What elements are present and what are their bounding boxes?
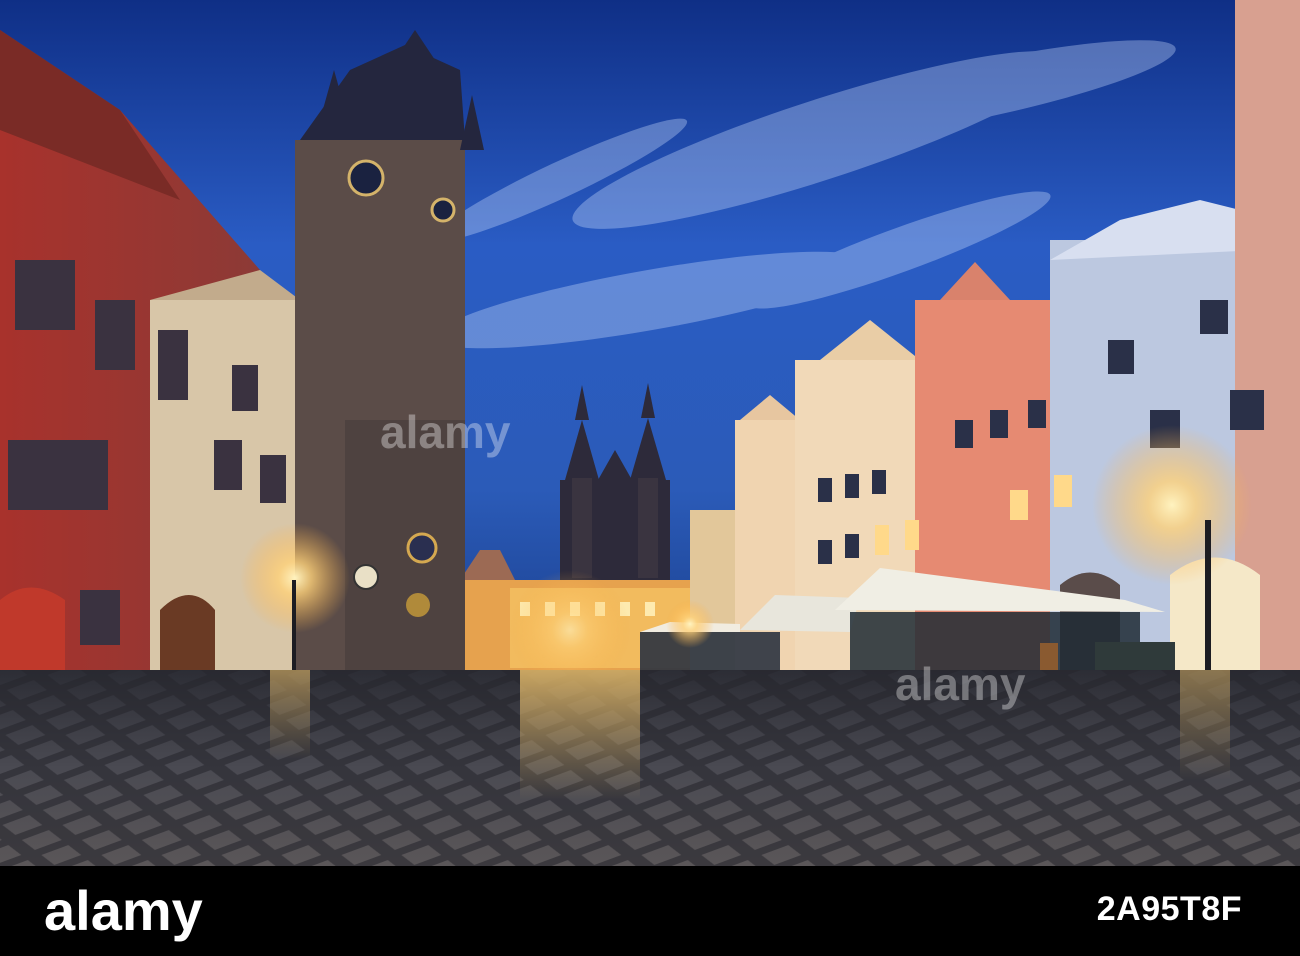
- svg-text:alamy: alamy: [44, 879, 203, 942]
- watermark-text: alamy: [380, 406, 511, 458]
- alamy-logo-icon: alamy: [44, 879, 203, 942]
- image-id: 2A95T8F: [1096, 890, 1242, 928]
- alamy-footer-bar: alamy 2A95T8F: [0, 866, 1300, 956]
- watermark-text-2: alamy: [895, 658, 1026, 710]
- alamy-watermark: alamy alamy: [380, 406, 1026, 710]
- photo-frame: alamy alamy alamy 2A95T8F: [0, 0, 1300, 956]
